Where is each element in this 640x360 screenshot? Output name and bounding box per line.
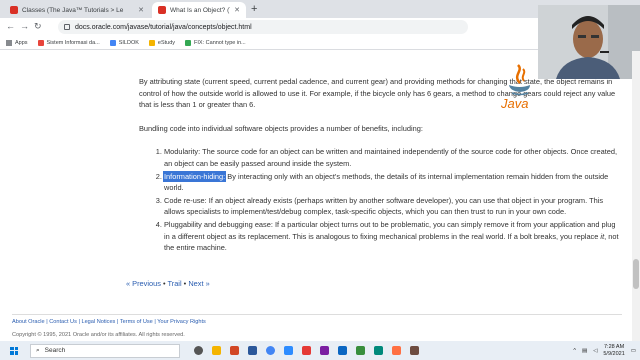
- scrollbar-thumb[interactable]: [633, 259, 639, 289]
- list-item-pluggability: Pluggability and debugging ease: If a pa…: [164, 219, 619, 254]
- benefit-lead: Modularity:: [164, 147, 201, 157]
- windows-start-icon[interactable]: [10, 346, 18, 355]
- app-icon[interactable]: [320, 346, 329, 355]
- bookmark-favicon-icon: [109, 39, 116, 46]
- bookmark-label: Apps: [15, 39, 28, 46]
- bookmark-fix-cannot-type[interactable]: FIX: Cannot type in...: [185, 39, 246, 46]
- network-icon[interactable]: ▤: [582, 348, 587, 354]
- bookmark-favicon-icon: [148, 39, 155, 46]
- bookmark-label: FIX: Cannot type in...: [194, 39, 246, 46]
- webcam-overlay: [538, 5, 640, 79]
- taskbar-search[interactable]: ⌕ Search: [30, 343, 180, 358]
- java-logo-text: Java: [500, 96, 528, 111]
- bookmark-label: SILDOK: [118, 39, 139, 46]
- clock-date: 5/9/2021: [603, 350, 625, 357]
- lock-icon: [64, 24, 70, 30]
- close-icon[interactable]: ✕: [234, 6, 240, 14]
- selected-text-highlight[interactable]: Information-hiding:: [162, 170, 227, 182]
- address-bar[interactable]: docs.oracle.com/javase/tutorial/java/con…: [58, 20, 468, 34]
- bookmark-sistem-informasi[interactable]: Sistem Informasi da...: [37, 39, 100, 46]
- search-placeholder: Search: [44, 347, 66, 354]
- bookmark-apps[interactable]: Apps: [6, 39, 28, 46]
- benefits-list: Modularity: The source code for an objec…: [139, 146, 619, 253]
- bookmark-sildok[interactable]: SILDOK: [109, 39, 139, 46]
- list-item-code-reuse: Code re-use: If an object already exists…: [164, 195, 619, 218]
- clock-time: 7:28 AM: [603, 343, 625, 350]
- url-text: docs.oracle.com/javase/tutorial/java/con…: [75, 23, 252, 31]
- file-explorer-icon[interactable]: [212, 346, 221, 355]
- tab-classes[interactable]: Classes (The Java™ Tutorials > Le ✕: [4, 2, 150, 18]
- presenter-video-icon: [538, 5, 640, 79]
- apps-grid-icon: [6, 39, 12, 46]
- recorder-icon[interactable]: [302, 346, 311, 355]
- reload-icon[interactable]: ↻: [34, 21, 42, 32]
- app-icon[interactable]: [374, 346, 383, 355]
- tab-title: Classes (The Java™ Tutorials > Le: [22, 6, 124, 14]
- footer-link-about[interactable]: About Oracle: [12, 319, 45, 325]
- system-tray: ^ ▤ ◁ 7:28 AM 5/9/2021 ▭: [573, 341, 636, 360]
- list-item-modularity: Modularity: The source code for an objec…: [164, 146, 619, 169]
- page-navigation: « Previous • Trail • Next »: [126, 279, 210, 288]
- search-icon: ⌕: [36, 346, 40, 354]
- bookmark-label: eStudy: [157, 39, 176, 46]
- footer-link-terms[interactable]: Terms of Use: [120, 319, 153, 325]
- benefit-lead: Pluggability and debugging ease:: [164, 219, 273, 229]
- oracle-favicon-icon: [158, 6, 166, 14]
- benefit-text: By interacting only with an object's met…: [164, 171, 609, 193]
- page-content: By attributing state (current speed, cur…: [0, 51, 632, 341]
- forward-icon[interactable]: →: [20, 21, 29, 31]
- tab-what-is-an-object[interactable]: What Is an Object? (The Java™ T ✕: [152, 2, 246, 18]
- copyright: Copyright © 1995, 2021 Oracle and/or its…: [12, 332, 185, 338]
- trail-link[interactable]: Trail: [168, 279, 182, 288]
- footer-link-privacy[interactable]: Your Privacy Rights: [157, 319, 206, 325]
- new-tab-icon[interactable]: +: [251, 3, 257, 15]
- word-icon[interactable]: [248, 346, 257, 355]
- previous-link[interactable]: « Previous: [126, 279, 161, 288]
- volume-icon[interactable]: ◁: [593, 348, 597, 354]
- app-icon[interactable]: [356, 346, 365, 355]
- pinned-apps: [194, 346, 419, 355]
- footer-link-contact[interactable]: Contact Us: [49, 319, 77, 325]
- zoom-icon[interactable]: [284, 346, 293, 355]
- task-view-icon[interactable]: [194, 346, 203, 355]
- page-footer: About Oracle | Contact Us | Legal Notice…: [12, 314, 622, 338]
- close-icon[interactable]: ✕: [138, 6, 144, 14]
- separator: •: [162, 279, 166, 288]
- benefit-lead: Code re-use:: [164, 195, 207, 205]
- chrome-icon[interactable]: [266, 346, 275, 355]
- footer-link-legal[interactable]: Legal Notices: [81, 319, 115, 325]
- article-body: By attributing state (current speed, cur…: [139, 76, 619, 255]
- windows-taskbar: ⌕ Search ^ ▤ ◁ 7:28 AM 5/9/2021 ▭: [0, 341, 640, 360]
- notifications-icon[interactable]: ▭: [631, 348, 636, 354]
- bookmark-favicon-icon: [37, 39, 44, 46]
- page-scrollbar[interactable]: [632, 51, 640, 341]
- bookmark-estudy[interactable]: eStudy: [148, 39, 176, 46]
- app-icon[interactable]: [338, 346, 347, 355]
- paragraph-bundling: Bundling code into individual software o…: [139, 123, 423, 133]
- separator: •: [183, 279, 187, 288]
- oracle-favicon-icon: [10, 6, 18, 14]
- next-link[interactable]: Next »: [188, 279, 209, 288]
- app-icon[interactable]: [392, 346, 401, 355]
- app-icon[interactable]: [410, 346, 419, 355]
- paragraph-state: By attributing state (current speed, cur…: [139, 77, 616, 110]
- back-icon[interactable]: ←: [6, 21, 15, 31]
- java-logo-icon: Java: [500, 64, 530, 111]
- footer-links: About Oracle | Contact Us | Legal Notice…: [12, 319, 206, 325]
- benefit-text: If an object already exists (perhaps wri…: [164, 195, 604, 217]
- list-item-information-hiding: Information-hiding: By interacting only …: [162, 170, 619, 194]
- bookmark-favicon-icon: [185, 39, 192, 46]
- powerpoint-icon[interactable]: [230, 346, 239, 355]
- benefit-text: The source code for an object can be wri…: [164, 147, 618, 168]
- chevron-up-icon[interactable]: ^: [573, 348, 576, 354]
- tab-title: What Is an Object? (The Java™ T: [170, 6, 230, 14]
- taskbar-clock[interactable]: 7:28 AM 5/9/2021: [603, 344, 624, 358]
- bookmark-label: Sistem Informasi da...: [46, 39, 100, 46]
